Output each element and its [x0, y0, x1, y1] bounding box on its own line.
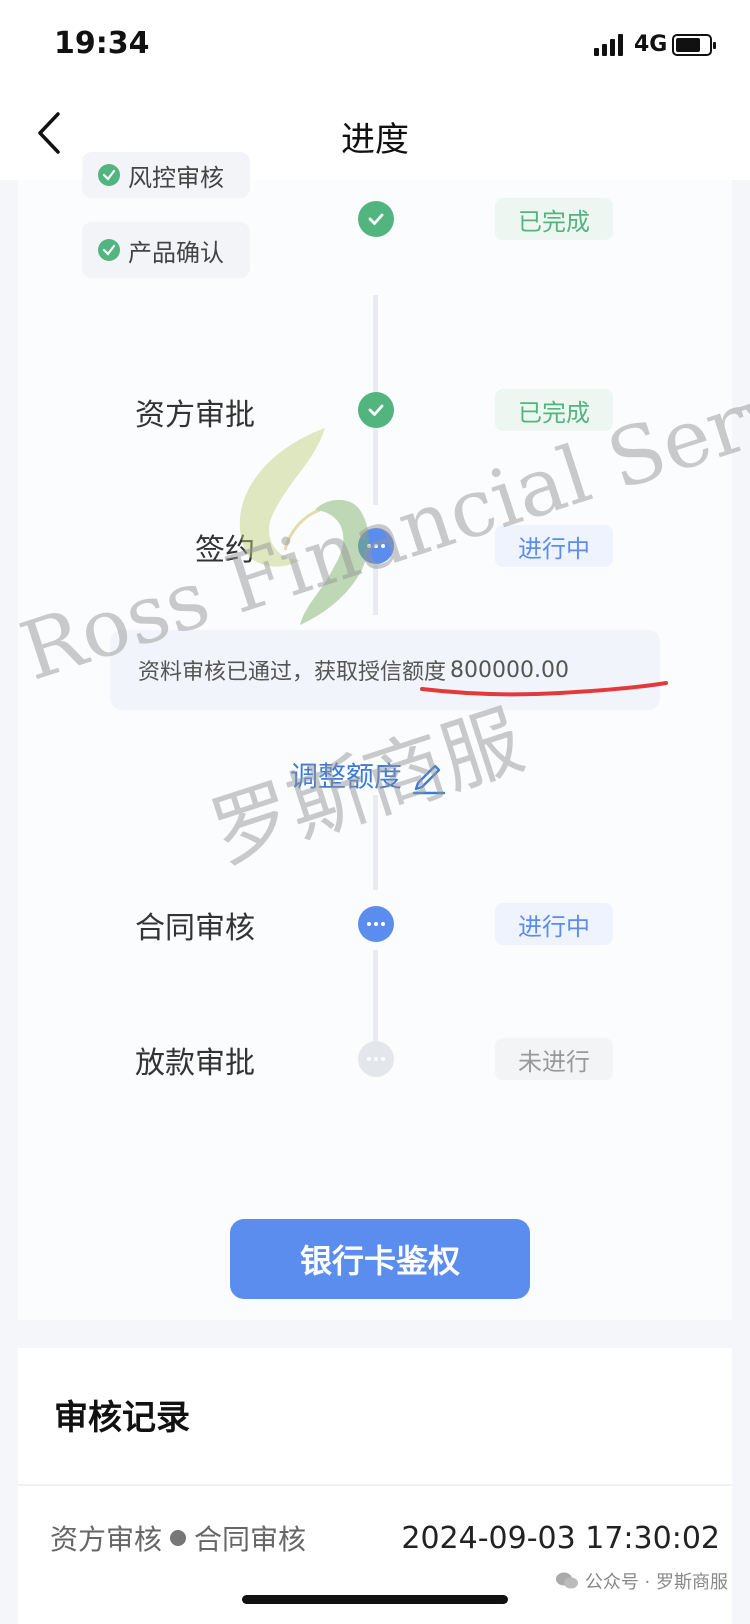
status-badge: 进行中 — [495, 903, 613, 945]
chip-risk-review: 风控审核 — [82, 152, 250, 198]
chip-label: 风控审核 — [128, 163, 224, 192]
wechat-source-tag: 公众号 · 罗斯商服 — [555, 1568, 728, 1594]
wechat-icon — [555, 1572, 578, 1589]
check-icon — [98, 164, 120, 186]
step-pending-icon — [358, 1041, 394, 1077]
record-time: 2024-09-03 17:30:02 — [401, 1520, 720, 1556]
status-badge: 未进行 — [495, 1038, 613, 1080]
step-name: 放款审批 — [135, 1046, 255, 1081]
step-done-icon — [358, 201, 394, 237]
wechat-source-text: 公众号 · 罗斯商服 — [584, 1572, 728, 1593]
home-indicator — [242, 1595, 508, 1604]
battery-icon — [672, 34, 716, 56]
divider — [18, 1484, 732, 1486]
chip-product-confirm: 产品确认 — [82, 222, 250, 278]
step-name: 合同审核 — [135, 911, 255, 946]
status-bar: 19:34 4G — [0, 0, 750, 90]
chip-label: 产品确认 — [128, 238, 224, 267]
credit-info-text: 资料审核已通过，获取授信额度 — [138, 660, 447, 685]
record-from: 资方审核 — [50, 1523, 163, 1556]
timeline-connector — [373, 950, 378, 1050]
record-to: 合同审核 — [194, 1523, 307, 1556]
signal-icon — [594, 34, 626, 56]
record-row: 资方审核 合同审核 2024-09-03 17:30:02 — [50, 1518, 730, 1558]
status-badge: 已完成 — [495, 198, 613, 240]
bank-card-auth-button[interactable]: 银行卡鉴权 — [230, 1219, 530, 1299]
step-in-progress-icon — [358, 906, 394, 942]
bullet-icon — [170, 1530, 187, 1546]
network-label: 4G — [634, 32, 668, 57]
status-time: 19:34 — [54, 26, 150, 61]
check-icon — [98, 239, 120, 261]
records-title: 审核记录 — [54, 1398, 190, 1438]
record-flow: 资方审核 合同审核 — [50, 1518, 306, 1558]
